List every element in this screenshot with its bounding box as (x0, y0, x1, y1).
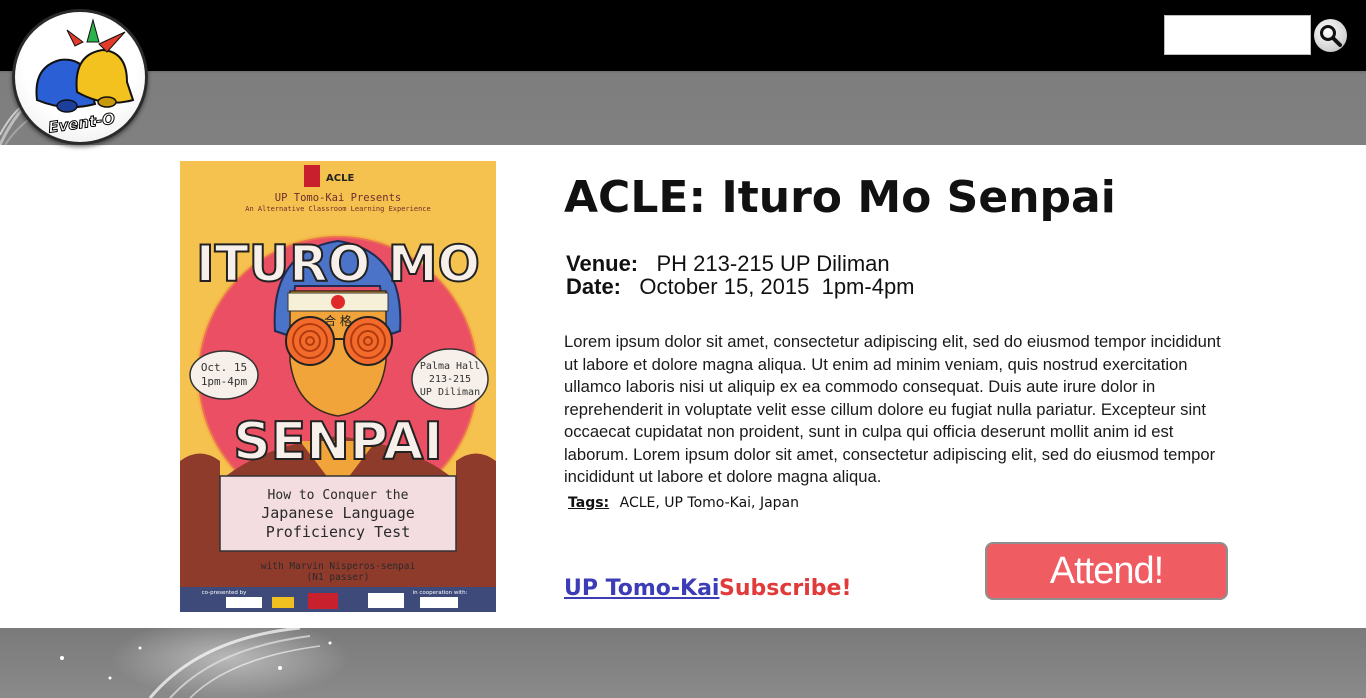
event-o-logo[interactable]: Event-O (12, 9, 148, 145)
poster-date-bubble-1: Oct. 15 (201, 361, 247, 374)
subscribe-link[interactable]: Subscribe! (719, 576, 851, 601)
organizer-link[interactable]: UP Tomo-Kai (564, 576, 719, 601)
top-bar (0, 0, 1366, 71)
poster-venue-bubble-1: Palma Hall (420, 361, 480, 372)
poster-venue-bubble-3: UP Diliman (420, 387, 480, 398)
event-title: ACLE: Ituro Mo Senpai (564, 172, 1116, 223)
poster-box-line2: Japanese Language (261, 504, 415, 522)
poster-speaker-line1: with Marvin Nisperos-senpai (261, 561, 416, 572)
date-label: Date: (566, 274, 622, 299)
search-input[interactable] (1164, 15, 1311, 55)
venue-value: PH 213-215 UP Diliman (656, 251, 890, 276)
header-grey-bar (0, 71, 1366, 145)
date-value: October 15, 2015 1pm-4pm (639, 274, 915, 299)
poster-presents: UP Tomo-Kai Presents (275, 192, 401, 204)
venue-label: Venue: (566, 251, 639, 276)
poster-box-line1: How to Conquer the (268, 488, 409, 503)
magnifier-icon (1320, 25, 1342, 47)
poster-subtitle: An Alternative Classroom Learning Experi… (245, 205, 430, 213)
event-poster: ACLE UP Tomo-Kai Presents An Alternative… (180, 161, 496, 612)
tags-label: Tags: (568, 495, 610, 511)
poster-date-bubble-2: 1pm-4pm (201, 375, 248, 388)
poster-speaker-line2: (N1 passer) (307, 572, 370, 583)
tags-row: Tags: ACLE, UP Tomo-Kai, Japan (568, 495, 799, 511)
poster-title-line2: SENPAI (233, 412, 442, 472)
footer-sparkle-decoration (60, 628, 350, 698)
poster-copresented: co-presented by (202, 590, 247, 596)
poster-box-line3: Proficiency Test (266, 523, 411, 541)
search-button[interactable] (1314, 19, 1347, 52)
event-description: Lorem ipsum dolor sit amet, consectetur … (564, 332, 1221, 486)
date-row: Date: October 15, 2015 1pm-4pm (566, 274, 915, 300)
footer-bar (0, 628, 1366, 698)
poster-venue-bubble-2: 213-215 (429, 374, 471, 385)
poster-acle-logo: ACLE (326, 173, 354, 184)
attend-button[interactable]: Attend! (985, 542, 1228, 600)
poster-cooperation: in cooperation with: (413, 590, 468, 596)
attend-button-wrapper: Attend! (985, 542, 1228, 600)
tags-value: ACLE, UP Tomo-Kai, Japan (619, 495, 800, 511)
poster-title-line1: ITURO MO (196, 235, 480, 293)
